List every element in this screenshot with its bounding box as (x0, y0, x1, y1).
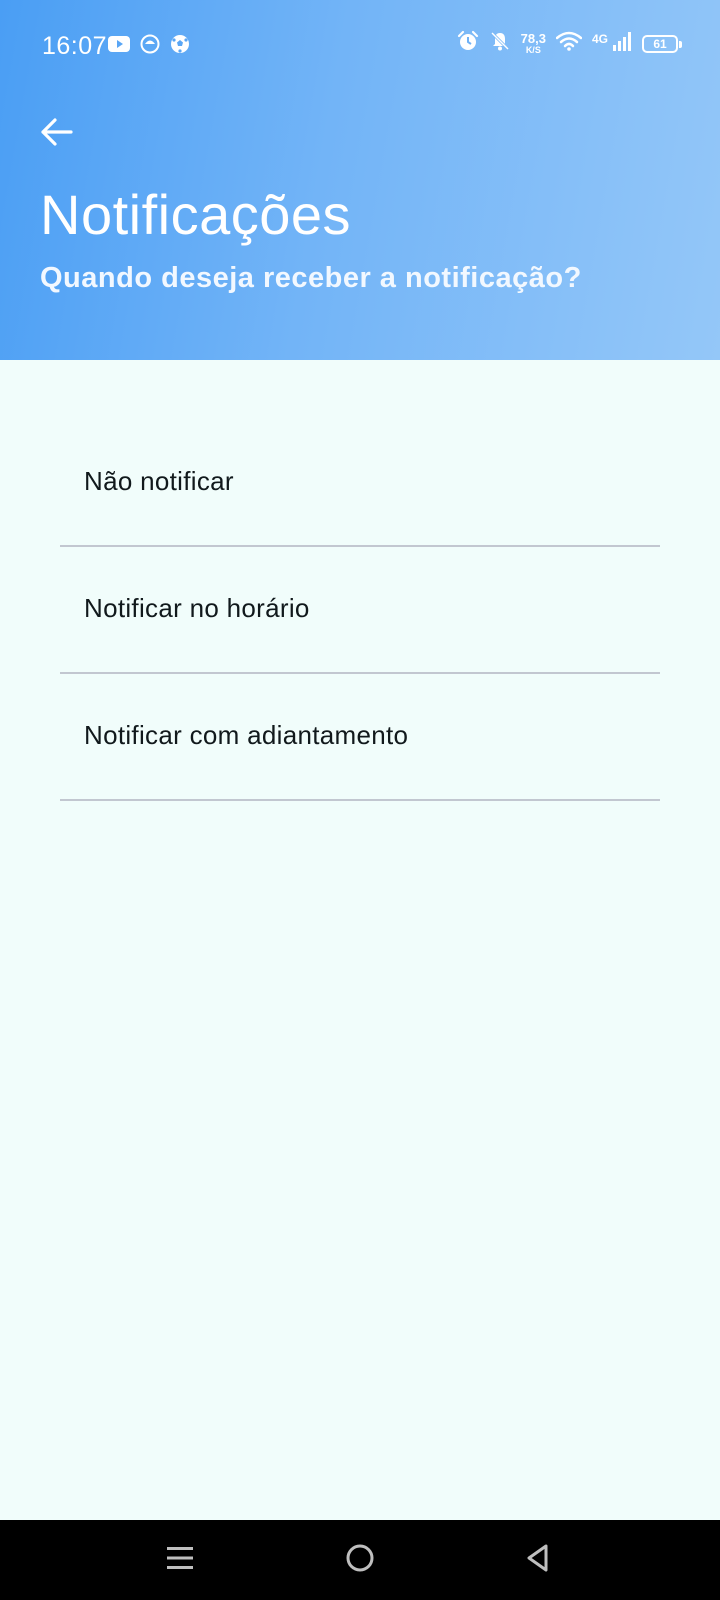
back-nav-button[interactable] (516, 1538, 560, 1582)
status-system-icons: 78,3 K/S 4G 61 (457, 30, 682, 57)
page-title: Notificações (40, 183, 352, 246)
option-label: Notificar no horário (84, 593, 310, 623)
battery-icon: 61 (642, 34, 682, 53)
back-triangle-icon (523, 1543, 553, 1578)
network-speed-unit: K/S (525, 44, 541, 55)
app-header: 16:07 78,3 K/S 4G 61 Notificações Quando… (0, 0, 720, 360)
page-subtitle: Quando deseja receber a notificação? (40, 262, 582, 294)
status-time: 16:07 (42, 32, 108, 60)
option-notify-in-advance[interactable]: Notificar com adiantamento (60, 674, 660, 801)
recent-apps-button[interactable] (158, 1538, 202, 1582)
back-button[interactable] (34, 112, 78, 156)
notification-options-list: Não notificar Notificar no horário Notif… (60, 420, 660, 801)
soccer-ball-icon (170, 34, 190, 59)
home-button[interactable] (338, 1538, 382, 1582)
option-label: Não notificar (84, 466, 234, 496)
option-dont-notify[interactable]: Não notificar (60, 420, 660, 547)
status-bar: 16:07 78,3 K/S 4G 61 (0, 0, 720, 94)
network-speed: 78,3 K/S (520, 30, 546, 55)
network-type: 4G (591, 31, 608, 46)
notifications-off-icon (489, 30, 511, 57)
option-notify-on-time[interactable]: Notificar no horário (60, 547, 660, 674)
alarm-icon (457, 30, 479, 57)
home-icon (345, 1543, 375, 1578)
signal-icon (612, 31, 632, 56)
option-label: Notificar com adiantamento (84, 720, 409, 750)
battery-level: 61 (653, 36, 667, 51)
system-navigation-bar (0, 1520, 720, 1600)
network-speed-value: 78,3 (520, 30, 546, 46)
app-notification-icon (140, 34, 160, 59)
menu-icon (165, 1543, 195, 1578)
status-notification-icons (108, 34, 190, 59)
arrow-left-icon (39, 117, 73, 152)
youtube-icon (108, 36, 130, 57)
wifi-icon (555, 31, 583, 56)
